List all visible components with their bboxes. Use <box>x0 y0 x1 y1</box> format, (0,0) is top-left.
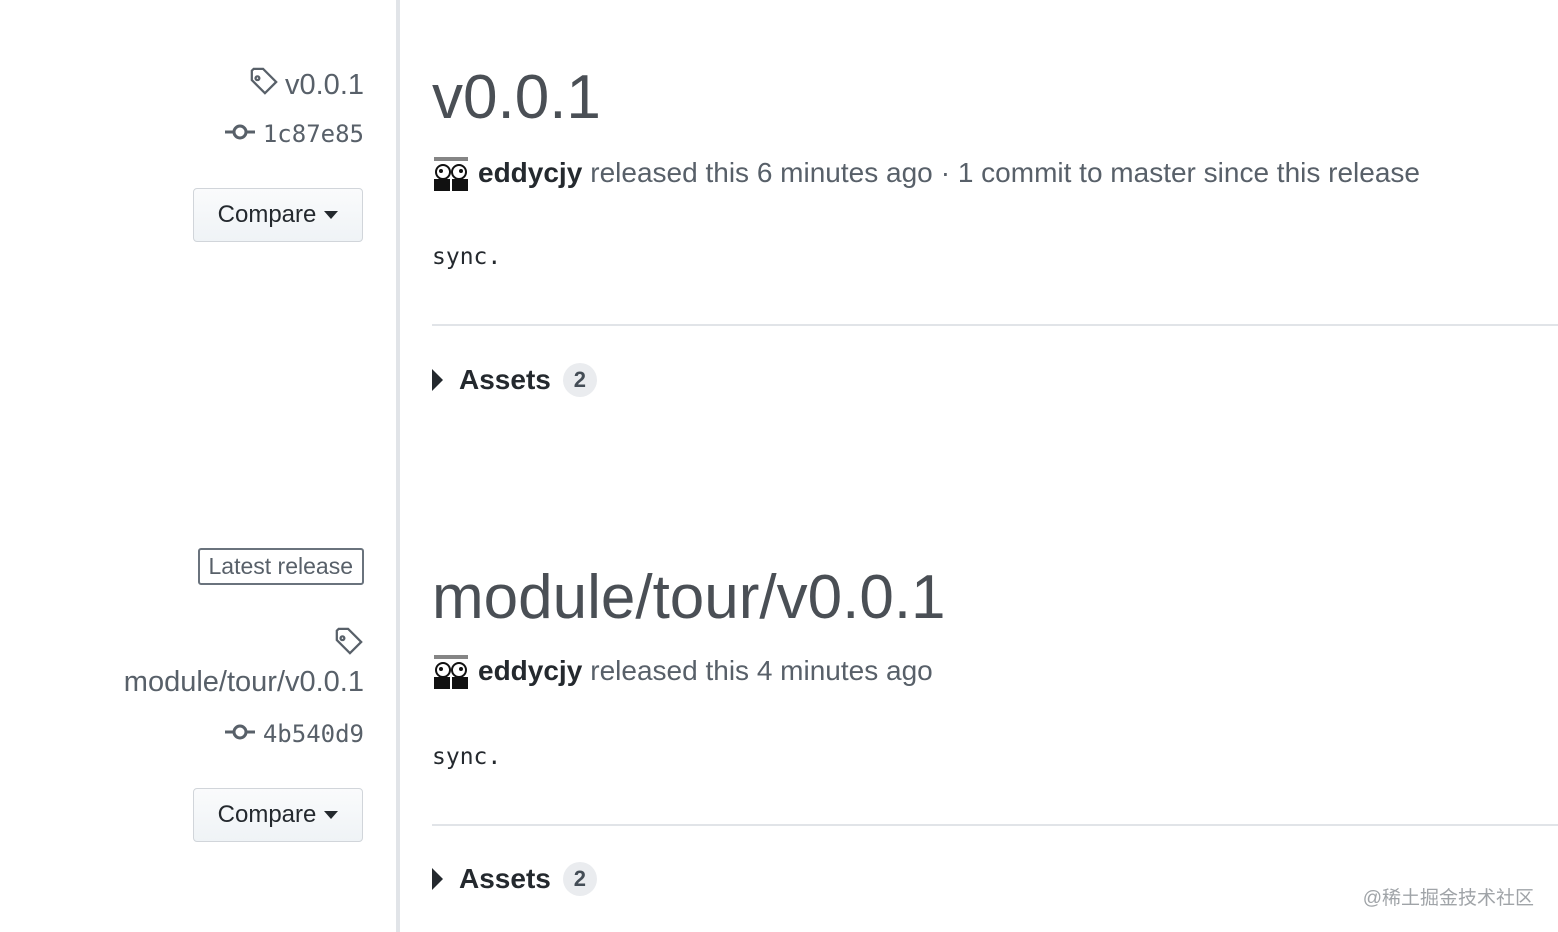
release-tag-label: module/tour/v0.0.1 <box>123 666 364 698</box>
caret-right-icon <box>432 369 443 391</box>
tag-icon <box>249 66 279 104</box>
release-commit[interactable]: 4b540d9 <box>224 720 364 748</box>
release-author[interactable]: eddycjy <box>478 655 582 687</box>
assets-toggle[interactable]: Assets 2 <box>432 363 597 397</box>
release-time: released this 4 minutes ago <box>590 655 933 686</box>
release-title[interactable]: module/tour/v0.0.1 <box>432 562 946 633</box>
commits-since-link[interactable]: · 1 commit to master since this release <box>941 157 1420 189</box>
release-tag[interactable]: v0.0.1 <box>249 66 364 104</box>
release-title[interactable]: v0.0.1 <box>432 62 601 133</box>
release-author[interactable]: eddycjy <box>478 157 582 189</box>
release-notes: sync. <box>432 244 502 270</box>
avatar[interactable] <box>432 653 470 689</box>
assets-toggle[interactable]: Assets 2 <box>432 862 597 896</box>
compare-button-label: Compare <box>217 201 317 228</box>
release-byline: eddycjy released this 6 minutes ago · 1 … <box>432 155 1420 191</box>
section-divider <box>432 324 1558 326</box>
release-commit[interactable]: 1c87e85 <box>224 120 364 148</box>
caret-right-icon <box>432 868 443 890</box>
release-tag-label: v0.0.1 <box>285 68 364 101</box>
release-byline: eddycjy released this 4 minutes ago <box>432 653 933 689</box>
column-divider <box>396 0 400 932</box>
section-divider <box>432 824 1558 826</box>
assets-count-badge: 2 <box>562 862 597 896</box>
release-tag[interactable]: module/tour/v0.0.1 <box>124 666 364 699</box>
assets-label: Assets <box>459 364 551 395</box>
assets-label: Assets <box>459 863 551 894</box>
release-time: released this 6 minutes ago <box>590 157 933 188</box>
tag-icon <box>334 626 364 661</box>
chevron-down-icon <box>324 811 339 819</box>
commit-sha: 1c87e85 <box>262 120 364 148</box>
release-notes: sync. <box>432 744 502 770</box>
compare-button-label: Compare <box>217 801 317 828</box>
commit-sha: 4b540d9 <box>262 720 364 748</box>
compare-button[interactable]: Compare <box>193 788 363 842</box>
chevron-down-icon <box>324 211 339 219</box>
compare-button[interactable]: Compare <box>193 188 363 242</box>
assets-count-badge: 2 <box>562 363 597 397</box>
watermark: @稀土掘金技术社区 <box>1362 888 1534 909</box>
avatar[interactable] <box>432 155 470 191</box>
commit-icon <box>224 720 255 748</box>
commit-icon <box>224 120 255 148</box>
latest-release-label: Latest release <box>197 548 364 585</box>
